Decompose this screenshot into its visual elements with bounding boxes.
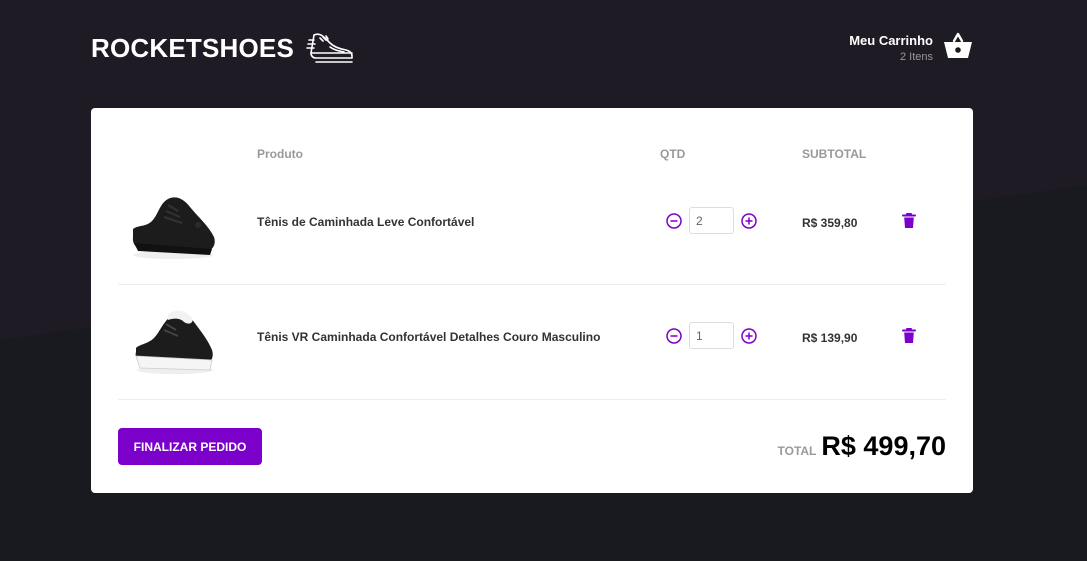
plus-circle-icon: [741, 327, 757, 344]
total-value: R$ 499,70: [821, 431, 946, 461]
app-header: ROCKETSHOES Meu Carrinho 2 Itens: [91, 24, 973, 72]
basket-icon: [943, 32, 973, 65]
logo[interactable]: ROCKETSHOES: [91, 29, 354, 68]
logo-text: ROCKETSHOES: [91, 32, 295, 63]
decrease-quantity-button[interactable]: [665, 327, 683, 345]
table-row: Tênis de Caminhada Leve Confortável R$ 3…: [118, 170, 946, 285]
product-title: Tênis de Caminhada Leve Confortável: [257, 215, 475, 229]
minus-circle-icon: [666, 327, 682, 344]
cart-link[interactable]: Meu Carrinho 2 Itens: [849, 32, 973, 65]
column-header-subtotal: SUBTOTAL: [802, 147, 867, 161]
column-header-product: Produto: [257, 147, 303, 161]
product-title: Tênis VR Caminhada Confortável Detalhes …: [257, 330, 601, 344]
cart-panel: Produto QTD SUBTOTAL Tênis de Caminhada …: [91, 108, 973, 493]
checkout-button[interactable]: FINALIZAR PEDIDO: [118, 428, 262, 465]
table-header: Produto QTD SUBTOTAL: [118, 138, 946, 170]
plus-circle-icon: [741, 212, 757, 229]
cart-title: Meu Carrinho: [849, 33, 933, 48]
order-total: TOTAL R$ 499,70: [778, 431, 947, 462]
increase-quantity-button[interactable]: [740, 212, 758, 230]
trash-icon: [902, 328, 916, 343]
decrease-quantity-button[interactable]: [665, 212, 683, 230]
delete-item-button[interactable]: [902, 213, 916, 234]
cart-item-count: 2 Itens: [899, 51, 933, 63]
delete-item-button[interactable]: [902, 328, 916, 349]
minus-circle-icon: [666, 212, 682, 229]
item-subtotal: R$ 359,80: [802, 216, 858, 230]
column-header-qty: QTD: [660, 147, 686, 161]
product-image: [128, 185, 218, 265]
trash-icon: [902, 213, 916, 228]
total-label: TOTAL: [777, 444, 817, 458]
increase-quantity-button[interactable]: [740, 327, 758, 345]
product-image: [128, 300, 218, 380]
table-row: Tênis VR Caminhada Confortável Detalhes …: [118, 285, 946, 400]
quantity-stepper: [665, 207, 758, 234]
quantity-input[interactable]: [689, 207, 734, 234]
cart-info: Meu Carrinho 2 Itens: [849, 33, 933, 63]
sneaker-icon: [306, 29, 354, 68]
item-subtotal: R$ 139,90: [802, 331, 858, 345]
quantity-input[interactable]: [689, 322, 734, 349]
quantity-stepper: [665, 322, 758, 349]
cart-footer: FINALIZAR PEDIDO TOTAL R$ 499,70: [118, 428, 946, 465]
